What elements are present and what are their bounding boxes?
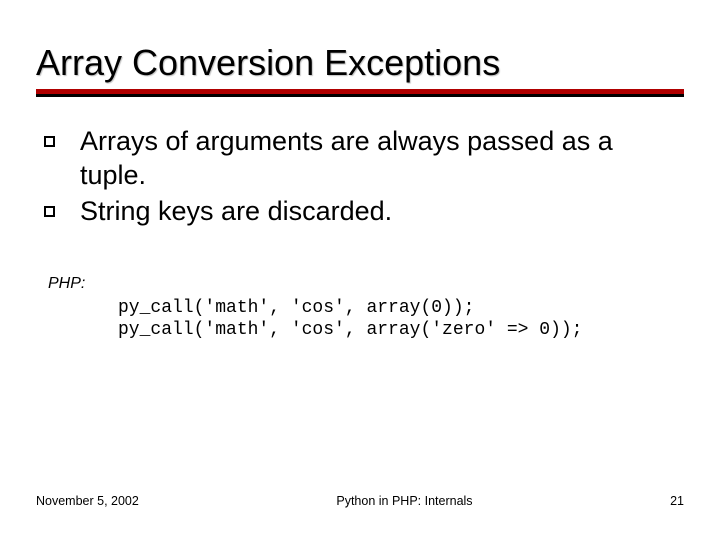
bullet-marker-icon	[42, 125, 80, 159]
footer: November 5, 2002 Python in PHP: Internal…	[0, 494, 720, 508]
square-icon	[44, 206, 55, 217]
code-line: py_call('math', 'cos', array('zero' => 0…	[118, 320, 582, 340]
footer-center: Python in PHP: Internals	[139, 494, 670, 508]
title-block: Array Conversion Exceptions	[36, 42, 684, 99]
code-lines: py_call('math', 'cos', array(0)); py_cal…	[48, 297, 684, 342]
code-block: PHP: py_call('math', 'cos', array(0)); p…	[42, 275, 684, 342]
code-line: py_call('math', 'cos', array(0));	[118, 298, 474, 318]
bullet-text: String keys are discarded.	[80, 195, 392, 229]
slide: Array Conversion Exceptions Arrays of ar…	[0, 0, 720, 540]
footer-date: November 5, 2002	[36, 494, 139, 508]
bullet-row: String keys are discarded.	[42, 195, 684, 229]
slide-title: Array Conversion Exceptions	[36, 42, 684, 83]
bullet-text: Arrays of arguments are always passed as…	[80, 125, 684, 193]
footer-page: 21	[670, 494, 684, 508]
code-label: PHP:	[48, 275, 684, 293]
body-content: Arrays of arguments are always passed as…	[36, 125, 684, 342]
square-icon	[44, 136, 55, 147]
bullet-row: Arrays of arguments are always passed as…	[42, 125, 684, 193]
title-rule	[36, 89, 684, 99]
bullet-marker-icon	[42, 195, 80, 229]
rule-black	[36, 94, 684, 97]
